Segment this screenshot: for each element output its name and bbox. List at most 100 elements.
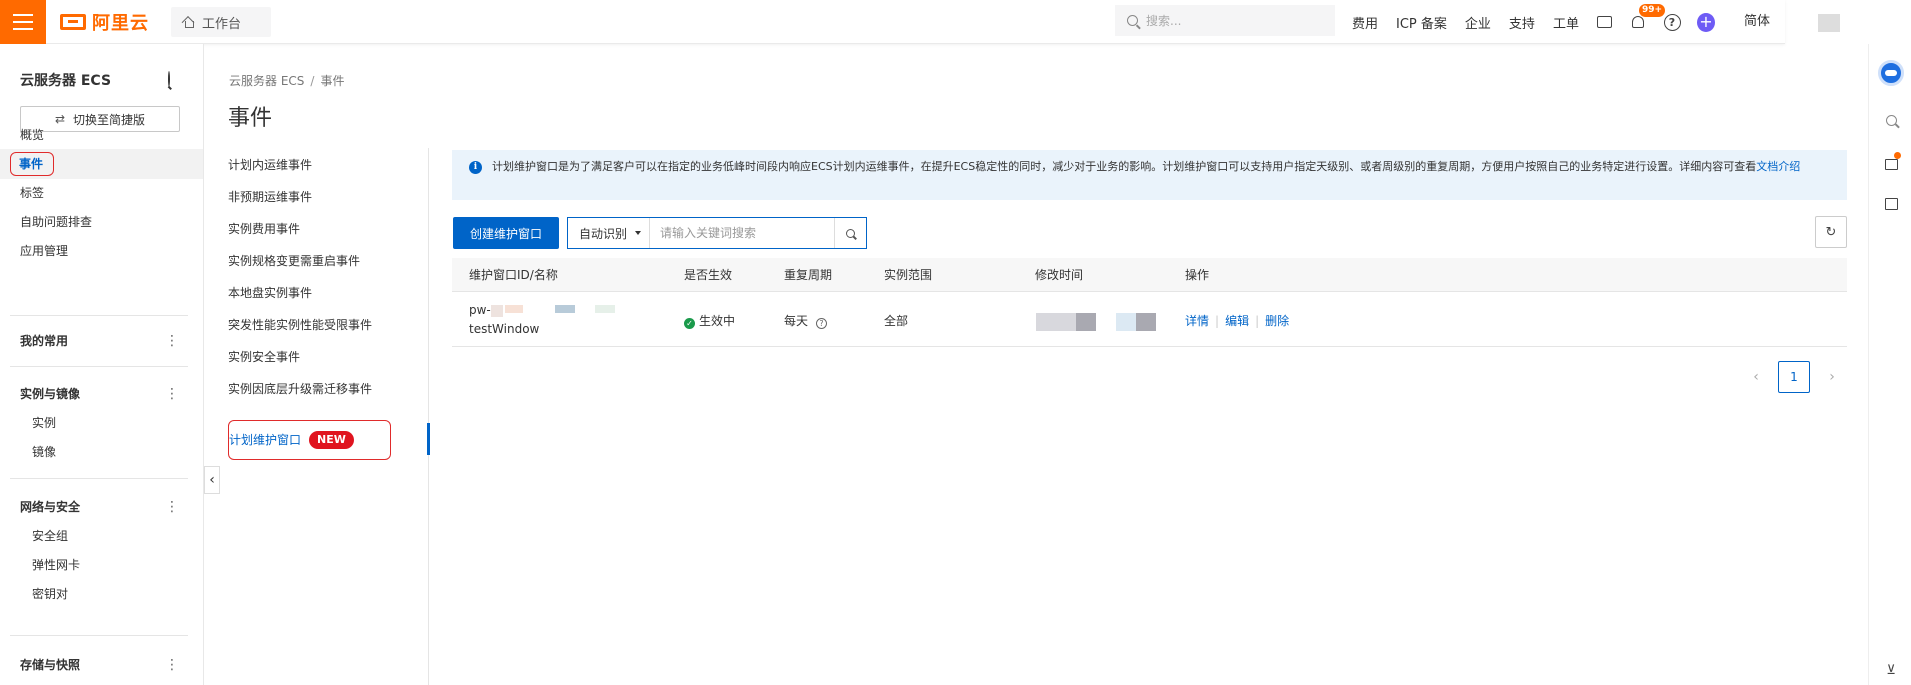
nav-support[interactable]: 支持 [1509, 13, 1535, 32]
aliyun-logo[interactable]: 阿里云 [60, 11, 149, 34]
notice-text: 计划维护窗口是为了满足客户可以在指定的业务低峰时间段内响应ECS计划内运维事件，… [492, 160, 1757, 173]
sidebar-group-favorites[interactable]: 我的常用 ⋮ [0, 326, 203, 356]
keyword-search-input[interactable] [650, 218, 834, 248]
search-type-label: 自动识别 [579, 226, 628, 241]
redacted-time [1036, 313, 1076, 331]
nav-ticket[interactable]: 工单 [1553, 13, 1579, 32]
subnav-active-indicator [427, 423, 430, 455]
sidebar-item-instance[interactable]: 实例 [0, 408, 203, 438]
subnav-maintenance-window[interactable]: 计划维护窗口 NEW [228, 420, 391, 460]
prev-page-icon[interactable]: ‹ [1748, 369, 1764, 385]
col-period: 重复周期 [784, 268, 833, 282]
search-button[interactable] [834, 218, 866, 248]
detail-link[interactable]: 详情 [1185, 314, 1209, 328]
terminal-icon[interactable] [1595, 13, 1613, 31]
sidebar-search-icon[interactable] [168, 71, 170, 87]
subnav-unplanned-ops[interactable]: 非预期运维事件 [228, 187, 312, 207]
nav-enterprise[interactable]: 企业 [1465, 13, 1491, 32]
breadcrumb-ecs[interactable]: 云服务器 ECS [229, 74, 304, 88]
sidebar-item-keypair[interactable]: 密钥对 [0, 579, 203, 609]
refresh-button[interactable]: ↻ [1815, 216, 1847, 248]
subnav-planned-ops[interactable]: 计划内运维事件 [228, 155, 312, 175]
page-title: 事件 [228, 106, 273, 131]
col-id-name: 维护窗口ID/名称 [469, 268, 558, 282]
sidebar-group-storage[interactable]: 存储与快照 ⋮ [0, 650, 203, 680]
sidebar-item-overview[interactable]: 概览 [0, 120, 203, 150]
subnav-spec-change[interactable]: 实例规格变更需重启事件 [228, 251, 360, 271]
sidebar-item-security-group[interactable]: 安全组 [0, 521, 203, 551]
sidebar-title: 云服务器 ECS [20, 73, 112, 89]
cart-icon[interactable]: ⊻ [1883, 662, 1899, 678]
create-window-button[interactable]: 创建维护窗口 [453, 217, 559, 249]
add-circle-icon[interactable]: + [1697, 12, 1715, 32]
right-rail: ⊻ [1868, 44, 1911, 685]
edit-link[interactable]: 编辑 [1225, 314, 1249, 328]
book-icon[interactable] [1883, 152, 1901, 172]
subnav-local-disk[interactable]: 本地盘实例事件 [228, 283, 312, 303]
col-modified: 修改时间 [1035, 268, 1084, 282]
avatar[interactable] [1818, 14, 1840, 32]
sidebar-item-image[interactable]: 镜像 [0, 437, 203, 467]
col-scope: 实例范围 [884, 268, 933, 282]
breadcrumb-events: 事件 [320, 74, 345, 88]
global-search-placeholder: 搜索... [1146, 14, 1182, 28]
sidebar-divider [10, 366, 188, 367]
new-badge: NEW [309, 431, 354, 449]
home-icon [183, 17, 194, 28]
help-icon[interactable]: ? [1663, 13, 1681, 31]
assistant-robot-icon[interactable] [1878, 60, 1904, 86]
page-number[interactable]: 1 [1778, 361, 1810, 393]
subnav-migration[interactable]: 实例因底层升级需迁移事件 [228, 379, 372, 399]
search-group: 自动识别 [567, 217, 867, 249]
help-icon[interactable]: ? [816, 318, 828, 329]
more-icon: ⋮ [165, 499, 179, 515]
info-icon: i [469, 161, 482, 174]
scope-cell: 全部 [884, 314, 909, 328]
top-nav: 费用 ICP 备案 企业 支持 工单 [1352, 0, 1579, 44]
period-cell: 每天? [784, 312, 828, 329]
language-switch[interactable]: 简体 [1744, 0, 1770, 44]
redacted-time [1116, 313, 1136, 331]
redacted-id [505, 305, 523, 313]
refresh-icon: ↻ [1825, 224, 1837, 240]
table-row: pw- testWindow ✓ 生效中 每天? 全部 详情 | 编辑 | 删除 [452, 292, 1847, 347]
subnav-billing-events[interactable]: 实例费用事件 [228, 219, 300, 239]
sidebar-item-troubleshoot[interactable]: 自助问题排查 [0, 207, 203, 237]
nav-icp[interactable]: ICP 备案 [1396, 13, 1447, 32]
bell-icon[interactable]: 99+ [1629, 4, 1666, 31]
sidebar-group-network[interactable]: 网络与安全 ⋮ [0, 492, 203, 522]
subnav-burstable[interactable]: 突发性能实例性能受限事件 [228, 315, 372, 335]
sidebar-divider [10, 635, 188, 636]
sidebar-item-eni[interactable]: 弹性网卡 [0, 550, 203, 580]
check-icon: ✓ [684, 318, 695, 329]
global-search-input[interactable]: 搜索... [1115, 5, 1335, 36]
col-status: 是否生效 [684, 268, 733, 282]
delete-link[interactable]: 删除 [1265, 314, 1289, 328]
hamburger-menu-icon[interactable] [0, 0, 46, 44]
table-header: 维护窗口ID/名称 是否生效 重复周期 实例范围 修改时间 操作 [452, 258, 1847, 292]
console-page: 阿里云 工作台 搜索... 费用 ICP 备案 企业 支持 工单 99+ ? +… [0, 0, 1911, 685]
sidebar-item-tags[interactable]: 标签 [0, 178, 203, 208]
subnav-security[interactable]: 实例安全事件 [228, 347, 300, 367]
window-id[interactable]: pw- [469, 303, 491, 317]
nav-billing[interactable]: 费用 [1352, 13, 1378, 32]
rail-search-icon[interactable] [1883, 112, 1899, 128]
more-icon: ⋮ [165, 333, 179, 349]
sidebar-group-instances[interactable]: 实例与镜像 ⋮ [0, 379, 203, 409]
search-icon [846, 228, 855, 238]
collapse-sidebar-button[interactable]: ‹ [204, 466, 220, 494]
list-icon[interactable] [1883, 196, 1899, 212]
logo-text: 阿里云 [92, 13, 149, 34]
notification-badge: 99+ [1639, 4, 1666, 17]
top-bar: 阿里云 工作台 搜索... 费用 ICP 备案 企业 支持 工单 99+ ? +… [0, 0, 1840, 44]
search-type-select[interactable]: 自动识别 [568, 218, 650, 248]
next-page-icon[interactable]: › [1824, 369, 1840, 385]
sidebar-item-events[interactable]: 事件 [0, 149, 203, 179]
doc-link[interactable]: 文档介绍 [1756, 160, 1800, 173]
workbench-button[interactable]: 工作台 [171, 7, 271, 37]
pagination: ‹ 1 › [1748, 361, 1840, 393]
redacted-id [595, 305, 615, 313]
sidebar-divider [10, 315, 188, 316]
sidebar-item-app-manage[interactable]: 应用管理 [0, 236, 203, 266]
top-icons: 99+ ? + [1595, 0, 1715, 44]
